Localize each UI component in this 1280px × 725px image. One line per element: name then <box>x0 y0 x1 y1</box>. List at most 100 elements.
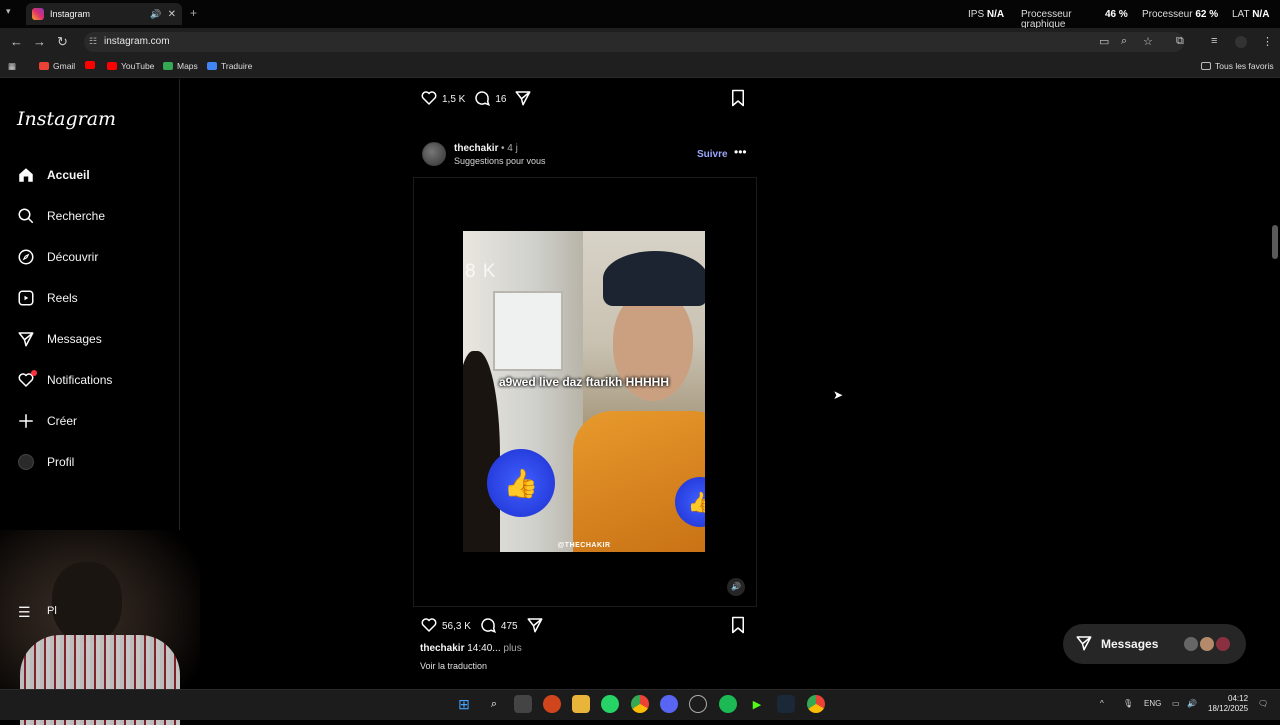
whatsapp-icon[interactable] <box>601 695 619 713</box>
nav-item-home[interactable]: Accueil <box>16 164 90 186</box>
reels-icon <box>16 288 36 308</box>
like-icon[interactable] <box>420 89 438 110</box>
network-icon[interactable]: ▭ <box>1172 699 1180 708</box>
mouse-cursor-icon: ➤ <box>833 388 844 402</box>
kick-icon[interactable]: ▶ <box>748 695 766 713</box>
chrome-icon[interactable] <box>631 695 649 713</box>
nav-item-reels[interactable]: Reels <box>16 287 78 309</box>
nav-item-explore[interactable]: Découvrir <box>16 246 98 268</box>
see-translation-link[interactable]: Voir la traduction <box>420 661 487 671</box>
taskbar-app-icon[interactable] <box>543 695 561 713</box>
browser-menu-icon[interactable]: ⋮ <box>1262 35 1273 48</box>
scrollbar-thumb[interactable] <box>1272 225 1278 259</box>
audio-playing-icon[interactable]: 🔊 <box>150 9 161 20</box>
comment-count: 475 <box>500 621 518 632</box>
more-options-icon[interactable]: ••• <box>734 145 747 159</box>
like-count: 56,3 K <box>442 621 471 632</box>
volume-tray-icon[interactable]: 🔊 <box>1187 699 1197 708</box>
thumbs-up-icon: 👍 <box>487 449 555 517</box>
save-icon[interactable] <box>730 89 746 112</box>
spotify-icon[interactable] <box>719 695 737 713</box>
share-icon[interactable] <box>526 616 544 637</box>
comment-icon[interactable] <box>479 616 497 637</box>
home-icon <box>16 165 36 185</box>
post-author-username[interactable]: thechakir <box>454 143 498 154</box>
gpu-label: Processeur graphique <box>1021 9 1072 30</box>
nav-item-create[interactable]: Créer <box>16 410 77 432</box>
tray-overflow-icon[interactable]: ^ <box>1100 699 1104 708</box>
microphone-icon[interactable]: 🎙 <box>1123 699 1133 708</box>
tab-title: Instagram <box>50 9 91 19</box>
apps-grid-icon[interactable]: ▦ <box>8 61 16 72</box>
bookmark-youtube-icon[interactable] <box>85 61 99 69</box>
messages-floating-button[interactable]: Messages <box>1063 624 1246 664</box>
page-scrollbar[interactable] <box>1270 79 1280 689</box>
caption-more-link[interactable]: plus <box>503 643 521 654</box>
send-icon <box>1075 634 1093 655</box>
close-tab-icon[interactable]: ✕ <box>168 9 176 20</box>
save-icon[interactable] <box>730 616 746 639</box>
video-window-shape <box>493 291 563 371</box>
bookmark-translate[interactable]: Traduire <box>207 61 252 71</box>
share-icon[interactable] <box>514 89 532 110</box>
nav-item-messages[interactable]: Messages <box>16 328 102 350</box>
back-icon[interactable]: ← <box>10 34 23 49</box>
bookmark-star-icon[interactable]: ☆ <box>1143 35 1153 48</box>
nav-label: Messages <box>47 332 102 346</box>
nav-item-profile[interactable]: Profil <box>16 451 74 473</box>
extensions-icon[interactable]: ⧉ <box>1176 35 1184 48</box>
new-tab-button[interactable]: + <box>190 6 197 20</box>
video-counter-text: 8 K <box>465 261 497 282</box>
bookmark-youtube[interactable]: YouTube <box>107 61 154 71</box>
taskbar-search-icon[interactable]: ⌕ <box>485 695 503 713</box>
windows-start-icon[interactable]: ⊞ <box>455 695 473 713</box>
install-app-icon[interactable]: ▭ <box>1099 35 1109 48</box>
nav-label: Accueil <box>47 168 90 182</box>
search-icon <box>16 206 36 226</box>
comment-icon[interactable] <box>473 89 491 110</box>
bookmark-maps[interactable]: Maps <box>163 61 198 71</box>
follow-button[interactable]: Suivre <box>697 149 728 160</box>
comment-count: 16 <box>495 94 507 105</box>
nav-item-search[interactable]: Recherche <box>16 205 105 227</box>
browser-tab-instagram[interactable]: Instagram 🔊 ✕ <box>26 3 182 25</box>
instagram-logo[interactable]: Instagram <box>17 108 116 130</box>
nav-label: Reels <box>47 291 78 305</box>
more-menu-icon[interactable]: ☰ <box>18 604 31 621</box>
language-indicator[interactable]: ENG <box>1144 699 1161 708</box>
post-author-avatar[interactable] <box>422 142 446 166</box>
profile-avatar-icon[interactable] <box>1235 36 1247 48</box>
reload-icon[interactable]: ↻ <box>57 34 68 50</box>
task-view-icon[interactable] <box>514 695 532 713</box>
nav-label: Notifications <box>47 373 113 387</box>
caption-username[interactable]: thechakir <box>420 643 464 654</box>
discord-icon[interactable] <box>660 695 678 713</box>
post-time: • 4 j <box>501 143 518 154</box>
taskbar-app-icon[interactable] <box>689 695 707 713</box>
messages-button-label: Messages <box>1101 637 1159 651</box>
forward-icon[interactable]: → <box>33 34 46 49</box>
all-bookmarks-folder[interactable]: Tous les favoris <box>1201 61 1274 71</box>
bookmark-gmail[interactable]: Gmail <box>39 61 75 71</box>
post-video[interactable]: 8 K a9wed live daz ftarikh HHHHH 👍 👍 @TH… <box>463 231 705 552</box>
system-clock[interactable]: 04:12 18/12/2025 <box>1208 694 1248 714</box>
video-watermark: @THECHAKIR <box>557 542 611 549</box>
like-icon[interactable] <box>420 616 438 637</box>
more-menu-label[interactable]: Pl <box>47 605 57 617</box>
media-controls-icon[interactable]: ≡ <box>1211 35 1217 47</box>
notification-center-icon[interactable]: 🗨 <box>1258 699 1268 708</box>
notification-dot <box>31 370 37 376</box>
url-field[interactable]: ☷ instagram.com <box>84 32 1184 52</box>
clock-date: 18/12/2025 <box>1208 704 1249 713</box>
tab-search-icon[interactable]: ▾ <box>6 6 11 17</box>
clock-time: 04:12 <box>1228 694 1249 703</box>
file-explorer-icon[interactable] <box>572 695 590 713</box>
zoom-icon[interactable]: ⌕ <box>1121 35 1127 48</box>
steam-icon[interactable] <box>777 695 795 713</box>
volume-icon[interactable]: 🔊 <box>727 578 745 596</box>
chrome-profile-icon[interactable] <box>807 695 825 713</box>
url-text: instagram.com <box>104 36 170 47</box>
instagram-favicon-icon <box>32 8 44 20</box>
avatar-icon <box>16 452 36 472</box>
site-info-icon[interactable]: ☷ <box>89 36 97 47</box>
